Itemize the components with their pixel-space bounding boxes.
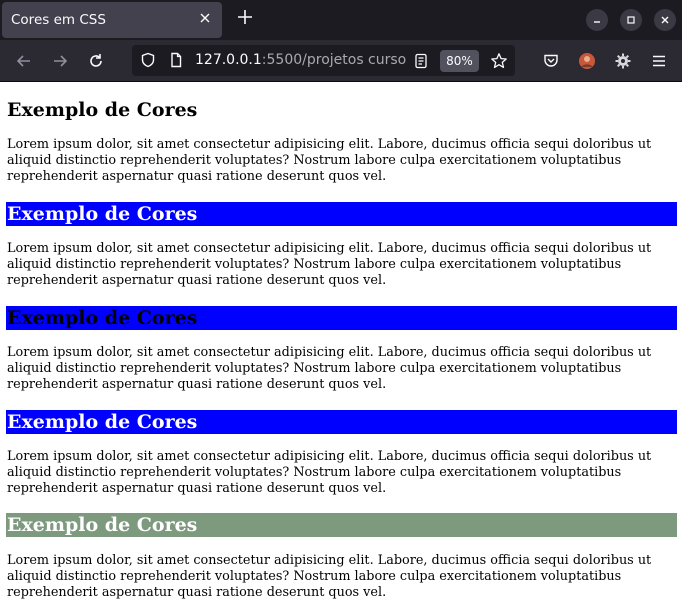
url-text[interactable]: 127.0.0.1:5500/projetos curso xyxy=(195,45,406,76)
maximize-icon[interactable] xyxy=(620,9,642,31)
section-paragraph-5: Lorem ipsum dolor, sit amet consectetur … xyxy=(7,553,652,600)
avatar[interactable] xyxy=(576,50,598,72)
section-heading-3: Exemplo de Cores xyxy=(6,306,677,330)
reload-icon[interactable] xyxy=(85,50,107,72)
reader-view-icon[interactable] xyxy=(410,50,432,72)
shield-icon[interactable] xyxy=(137,49,159,71)
extension-gear-icon[interactable] xyxy=(612,50,634,72)
section-paragraph-1: Lorem ipsum dolor, sit amet consectetur … xyxy=(7,137,652,184)
browser-tab-bar: Cores em CSS xyxy=(0,0,682,40)
minimize-icon[interactable] xyxy=(586,9,608,31)
page-content: Exemplo de Cores Lorem ipsum dolor, sit … xyxy=(0,83,682,610)
forward-arrow-icon[interactable] xyxy=(49,50,71,72)
browser-tab[interactable]: Cores em CSS xyxy=(2,2,222,38)
menu-icon[interactable] xyxy=(648,50,670,72)
section-heading-4: Exemplo de Cores xyxy=(6,410,677,434)
url-host: 127.0.0.1 xyxy=(195,52,262,68)
section-paragraph-3: Lorem ipsum dolor, sit amet consectetur … xyxy=(7,345,652,392)
close-icon[interactable] xyxy=(196,11,214,29)
tab-title: Cores em CSS xyxy=(11,12,106,28)
url-path: :5500/projetos curso xyxy=(261,52,407,68)
section-heading-1: Exemplo de Cores xyxy=(7,99,198,121)
bookmark-star-icon[interactable] xyxy=(488,50,510,72)
section-paragraph-4: Lorem ipsum dolor, sit amet consectetur … xyxy=(7,449,652,496)
section-heading-2: Exemplo de Cores xyxy=(6,202,677,226)
section-paragraph-2: Lorem ipsum dolor, sit amet consectetur … xyxy=(7,241,652,288)
section-heading-5: Exemplo de Cores xyxy=(6,513,677,537)
zoom-level-badge[interactable]: 80% xyxy=(440,50,479,72)
pocket-icon[interactable] xyxy=(540,50,562,72)
back-arrow-icon[interactable] xyxy=(13,50,35,72)
page-icon[interactable] xyxy=(165,49,187,71)
close-icon[interactable] xyxy=(654,9,676,31)
plus-icon[interactable] xyxy=(234,8,256,30)
